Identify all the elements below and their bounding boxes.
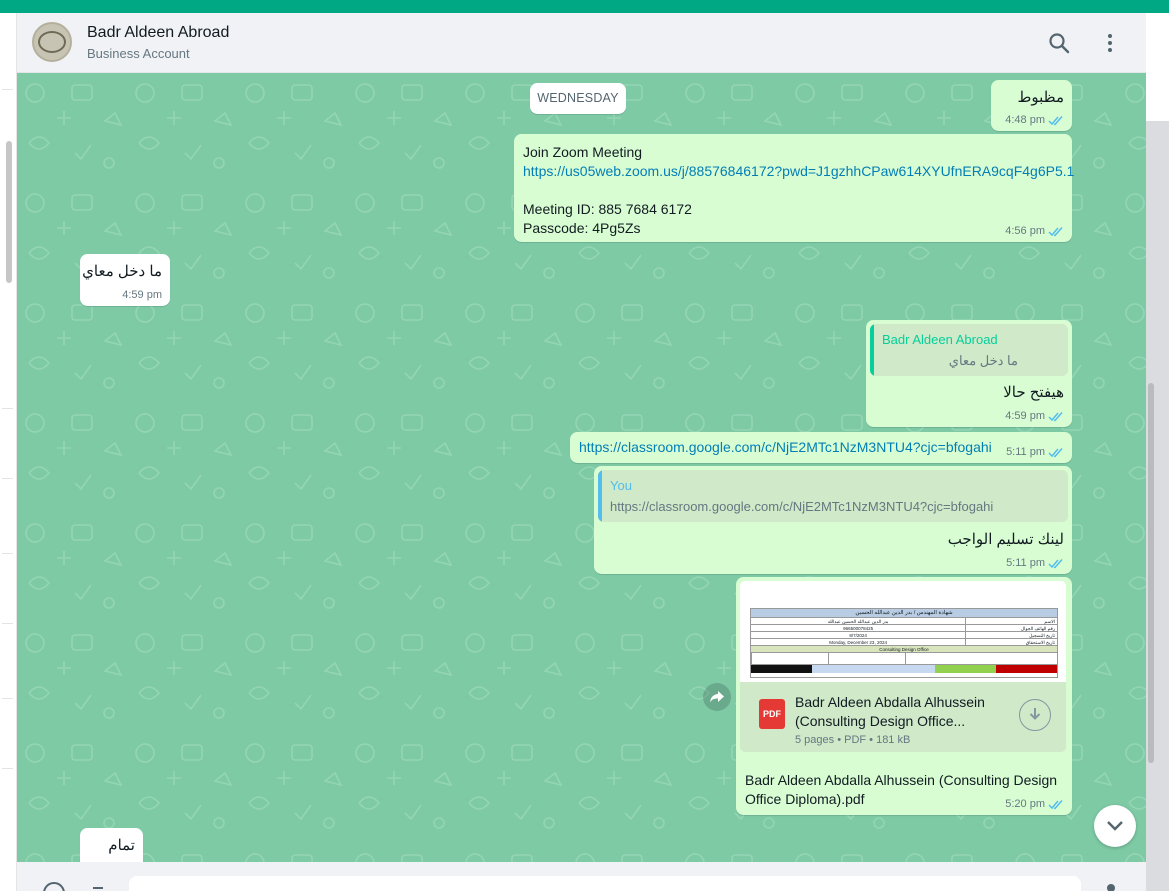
- preview-title: شهادة المهندس / بدر الدين عبدالله الحسين: [751, 609, 1057, 618]
- quote-bar: [598, 470, 602, 522]
- avatar-logo: [38, 31, 66, 53]
- message-meta: 4:59 pm: [1005, 410, 1064, 422]
- menu-kebab-icon[interactable]: [1098, 31, 1122, 55]
- document-info: 5 pages • PDF • 181 kB: [795, 734, 911, 746]
- chat-list-scrollbar[interactable]: [6, 141, 12, 283]
- message-outgoing-reply[interactable]: You https://classroom.google.com/c/NjE2M…: [594, 466, 1072, 574]
- preview-section: Consulting Design Office: [751, 646, 1057, 653]
- message-time: 5:11 pm: [1006, 557, 1045, 569]
- double-check-icon: [1048, 411, 1064, 422]
- passcode-text: Passcode: 4Pg5Zs: [523, 220, 641, 236]
- list-divider: [2, 698, 13, 699]
- search-icon[interactable]: [1047, 31, 1071, 55]
- document-title: Badr Aldeen Abdalla Alhussein (Consultin…: [795, 694, 985, 729]
- message-meta: 4:56 pm: [1005, 225, 1064, 237]
- preview-row: الاسم بدر الدين عبدالله الحسين عبدالله: [751, 618, 1057, 625]
- mic-icon[interactable]: [1107, 884, 1115, 891]
- double-check-icon: [1048, 799, 1064, 810]
- message-text: Join Zoom Meeting: [523, 144, 643, 160]
- avatar[interactable]: [32, 22, 72, 62]
- message-time: 4:59 pm: [1005, 410, 1045, 422]
- quoted-message[interactable]: You https://classroom.google.com/c/NjE2M…: [598, 470, 1068, 522]
- preview-headers: [751, 653, 1057, 665]
- emoji-icon[interactable]: [43, 882, 65, 891]
- quote-bar: [870, 324, 874, 376]
- preview-table: شهادة المهندس / بدر الدين عبدالله الحسين…: [750, 608, 1058, 678]
- zoom-link[interactable]: https://us05web.zoom.us/j/88576846172?pw…: [523, 162, 1074, 181]
- message-meta: 4:48 pm: [1005, 114, 1064, 126]
- scroll-to-bottom-button[interactable]: [1094, 805, 1136, 847]
- attach-icon[interactable]: [93, 887, 103, 891]
- quote-author: Badr Aldeen Abroad: [882, 332, 998, 347]
- double-check-icon: [1048, 558, 1064, 569]
- quoted-message[interactable]: Badr Aldeen Abroad ما دخل معاي: [870, 324, 1068, 376]
- right-panel: [1146, 13, 1169, 891]
- message-text: ما دخل معاي: [82, 263, 162, 280]
- double-check-icon: [1048, 115, 1064, 126]
- preview-row: تاريخ الاستحقاق Monday, December 23, 2024: [751, 639, 1057, 646]
- list-divider: [2, 89, 13, 90]
- list-divider: [2, 768, 13, 769]
- message-incoming[interactable]: تمام: [80, 828, 143, 862]
- quote-author: You: [610, 478, 632, 493]
- date-divider: WEDNESDAY: [530, 83, 626, 114]
- message-text: لينك تسليم الواجب: [947, 531, 1064, 548]
- message-input[interactable]: [129, 876, 1081, 891]
- double-check-icon: [1048, 447, 1064, 458]
- download-icon[interactable]: [1019, 699, 1051, 731]
- compose-bar: [17, 862, 1146, 891]
- preview-row: رقم الهاتف الجوال 966500078425: [751, 625, 1057, 632]
- forward-icon[interactable]: [703, 683, 731, 711]
- message-meta: 5:11 pm: [1006, 557, 1064, 569]
- chat-list-edge: [0, 13, 17, 891]
- message-outgoing-reply[interactable]: Badr Aldeen Abroad ما دخل معاي هيفتح حال…: [866, 320, 1072, 427]
- conversation-panel: WEDNESDAY مظبوط 4:48 pm Join Zoom Meetin…: [17, 73, 1146, 862]
- document-card[interactable]: PDF Badr Aldeen Abdalla Alhussein (Consu…: [740, 682, 1066, 752]
- list-divider: [2, 478, 13, 479]
- classroom-link[interactable]: https://classroom.google.com/c/NjE2MTc1N…: [579, 439, 992, 455]
- message-text: مظبوط: [1017, 89, 1065, 106]
- app-top-strip: [0, 0, 1169, 13]
- message-outgoing[interactable]: Join Zoom Meeting https://us05web.zoom.u…: [514, 134, 1074, 242]
- quote-text: ما دخل معاي: [948, 353, 1018, 368]
- list-divider: [2, 623, 13, 624]
- message-incoming[interactable]: ما دخل معاي 4:59 pm: [80, 254, 170, 306]
- message-time: 4:48 pm: [1005, 114, 1045, 126]
- contact-name[interactable]: Badr Aldeen Abroad: [87, 24, 229, 42]
- conversation-scrollbar[interactable]: [1148, 383, 1154, 763]
- message-outgoing[interactable]: مظبوط 4:48 pm: [991, 80, 1072, 131]
- message-outgoing[interactable]: https://classroom.google.com/c/NjE2MTc1N…: [570, 432, 1072, 463]
- contact-subtitle: Business Account: [87, 46, 190, 61]
- list-divider: [2, 408, 13, 409]
- message-time: 4:59 pm: [122, 289, 162, 301]
- message-meta: 5:20 pm: [1005, 798, 1064, 810]
- chevron-down-icon: [1107, 821, 1123, 831]
- document-preview-thumbnail[interactable]: شهادة المهندس / بدر الدين عبدالله الحسين…: [740, 581, 1066, 682]
- double-check-icon: [1048, 226, 1064, 237]
- message-meta: 4:59 pm: [122, 289, 162, 301]
- message-text: هيفتح حالا: [1003, 384, 1064, 401]
- right-panel-top: [1146, 13, 1169, 121]
- list-divider: [2, 553, 13, 554]
- preview-row: تاريخ التسجيل 8/7/2024: [751, 632, 1057, 639]
- meeting-id-text: Meeting ID: 885 7684 6172: [523, 201, 692, 217]
- message-text: تمام: [108, 837, 135, 854]
- message-time: 5:11 pm: [1006, 446, 1045, 458]
- message-time: 5:20 pm: [1005, 798, 1045, 810]
- message-time: 4:56 pm: [1005, 225, 1045, 237]
- chat-header: Badr Aldeen Abroad Business Account: [17, 13, 1146, 73]
- preview-status-bar: [751, 665, 1058, 673]
- message-meta: 5:11 pm: [1006, 446, 1064, 458]
- message-outgoing-document[interactable]: شهادة المهندس / بدر الدين عبدالله الحسين…: [736, 577, 1072, 815]
- quote-text: https://classroom.google.com/c/NjE2MTc1N…: [610, 499, 994, 514]
- pdf-file-icon: PDF: [759, 699, 785, 729]
